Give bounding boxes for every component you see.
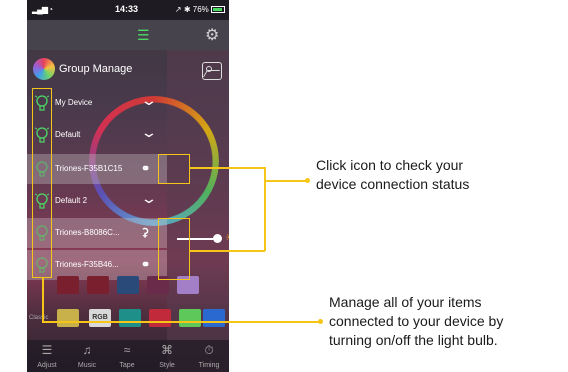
callout-line: Click icon to check your (316, 157, 464, 173)
connector-line (264, 180, 307, 182)
row-label: Default 2 (55, 196, 88, 205)
chevron-down-icon[interactable]: ⌄ (140, 124, 158, 141)
connector-line (42, 321, 320, 323)
row-label: My Device (55, 98, 93, 107)
sliders-icon: ☰ (41, 343, 53, 357)
color-swatch[interactable] (57, 276, 79, 294)
link-icon[interactable]: ⚭ (141, 258, 150, 271)
connector-line (42, 278, 44, 322)
callout-line: Manage all of your items (329, 294, 482, 310)
color-swatch[interactable] (57, 309, 79, 327)
swatch-row-1 (57, 276, 227, 296)
color-swatch[interactable] (203, 309, 225, 327)
callout-line: connected to your device by (329, 313, 504, 329)
battery-icon (211, 6, 225, 13)
chevron-down-icon[interactable]: ⌄ (140, 190, 158, 207)
callout-line: turning on/off the light bulb. (329, 332, 498, 348)
music-icon: ♫ (82, 343, 92, 357)
connector-dot (318, 319, 323, 324)
row-label: Triones-B8086C... (55, 228, 120, 237)
tape-icon: ≈ (123, 343, 131, 357)
color-swatch[interactable] (119, 309, 141, 327)
color-swatch[interactable] (149, 309, 171, 327)
style-icon: ⌘ (161, 343, 173, 357)
tab-label: Tape (119, 362, 135, 369)
row-label: Triones-F35B1C15 (55, 164, 123, 173)
top-bar: ☰ ⚙ (27, 20, 229, 50)
rgb-button[interactable]: RGB (89, 309, 111, 327)
link-icon[interactable]: ⚭ (141, 162, 150, 175)
swatch-row-2 (57, 309, 227, 329)
row-label: Default (55, 130, 81, 139)
brightness-slider-knob[interactable] (213, 234, 222, 243)
tab-label: Adjust (37, 362, 57, 369)
color-swatch[interactable] (87, 276, 109, 294)
link-icon-highlight-1 (158, 154, 190, 184)
broken-link-icon[interactable]: ⚳ (141, 226, 149, 239)
callout-connection-status: Click icon to check your device connecti… (316, 156, 469, 194)
tab-label: Style (159, 362, 175, 369)
tab-music[interactable]: ♫ Music (69, 343, 105, 369)
group-avatar (33, 58, 55, 80)
gear-icon[interactable]: ⚙ (205, 25, 219, 45)
battery-text: ↗ ✱ 76% (174, 5, 209, 14)
bulb-column-highlight (32, 88, 52, 278)
callout-manage-items: Manage all of your items connected to yo… (329, 293, 503, 350)
tab-tape[interactable]: ≈ Tape (109, 343, 145, 369)
brightness-icon: ☀ (225, 231, 229, 244)
color-swatch[interactable] (179, 309, 201, 327)
callout-line: device connection status (316, 176, 470, 192)
color-swatch[interactable] (117, 276, 139, 294)
status-bar: ▂▄▆ ◔ 14:33 ↗ ✱ 76% (27, 0, 229, 20)
gallery-icon[interactable] (202, 62, 222, 80)
tab-label: Timing (198, 362, 220, 369)
tab-adjust[interactable]: ☰ Adjust (29, 343, 65, 369)
connector-line (190, 250, 265, 252)
connector-line (190, 167, 265, 169)
tab-style[interactable]: ⌘ Style (149, 343, 185, 369)
row-label: Triones-F35B46... (55, 260, 119, 269)
group-manage-header: Group Manage (27, 56, 167, 84)
tab-timing[interactable]: ⏱ Timing (191, 343, 227, 369)
battery-indicator: ↗ ✱ 76% (175, 5, 225, 14)
list-icon[interactable]: ☰ (137, 27, 150, 44)
status-time: 14:33 (115, 4, 139, 14)
phone-screen: ▂▄▆ ◔ 14:33 ↗ ✱ 76% ☰ ⚙ Group Manage My … (27, 0, 229, 372)
tab-bar: ☰ Adjust ♫ Music ≈ Tape ⌘ Style ⏱ Timing (27, 340, 229, 372)
link-icon-highlight-2 (158, 218, 190, 280)
group-manage-title: Group Manage (59, 63, 133, 75)
timer-icon: ⏱ (204, 343, 214, 357)
chevron-down-icon[interactable]: ⌄ (140, 92, 158, 109)
tab-label: Music (77, 362, 97, 369)
signal-indicator: ▂▄▆ ◔ (32, 5, 53, 14)
connector-dot (305, 178, 310, 183)
